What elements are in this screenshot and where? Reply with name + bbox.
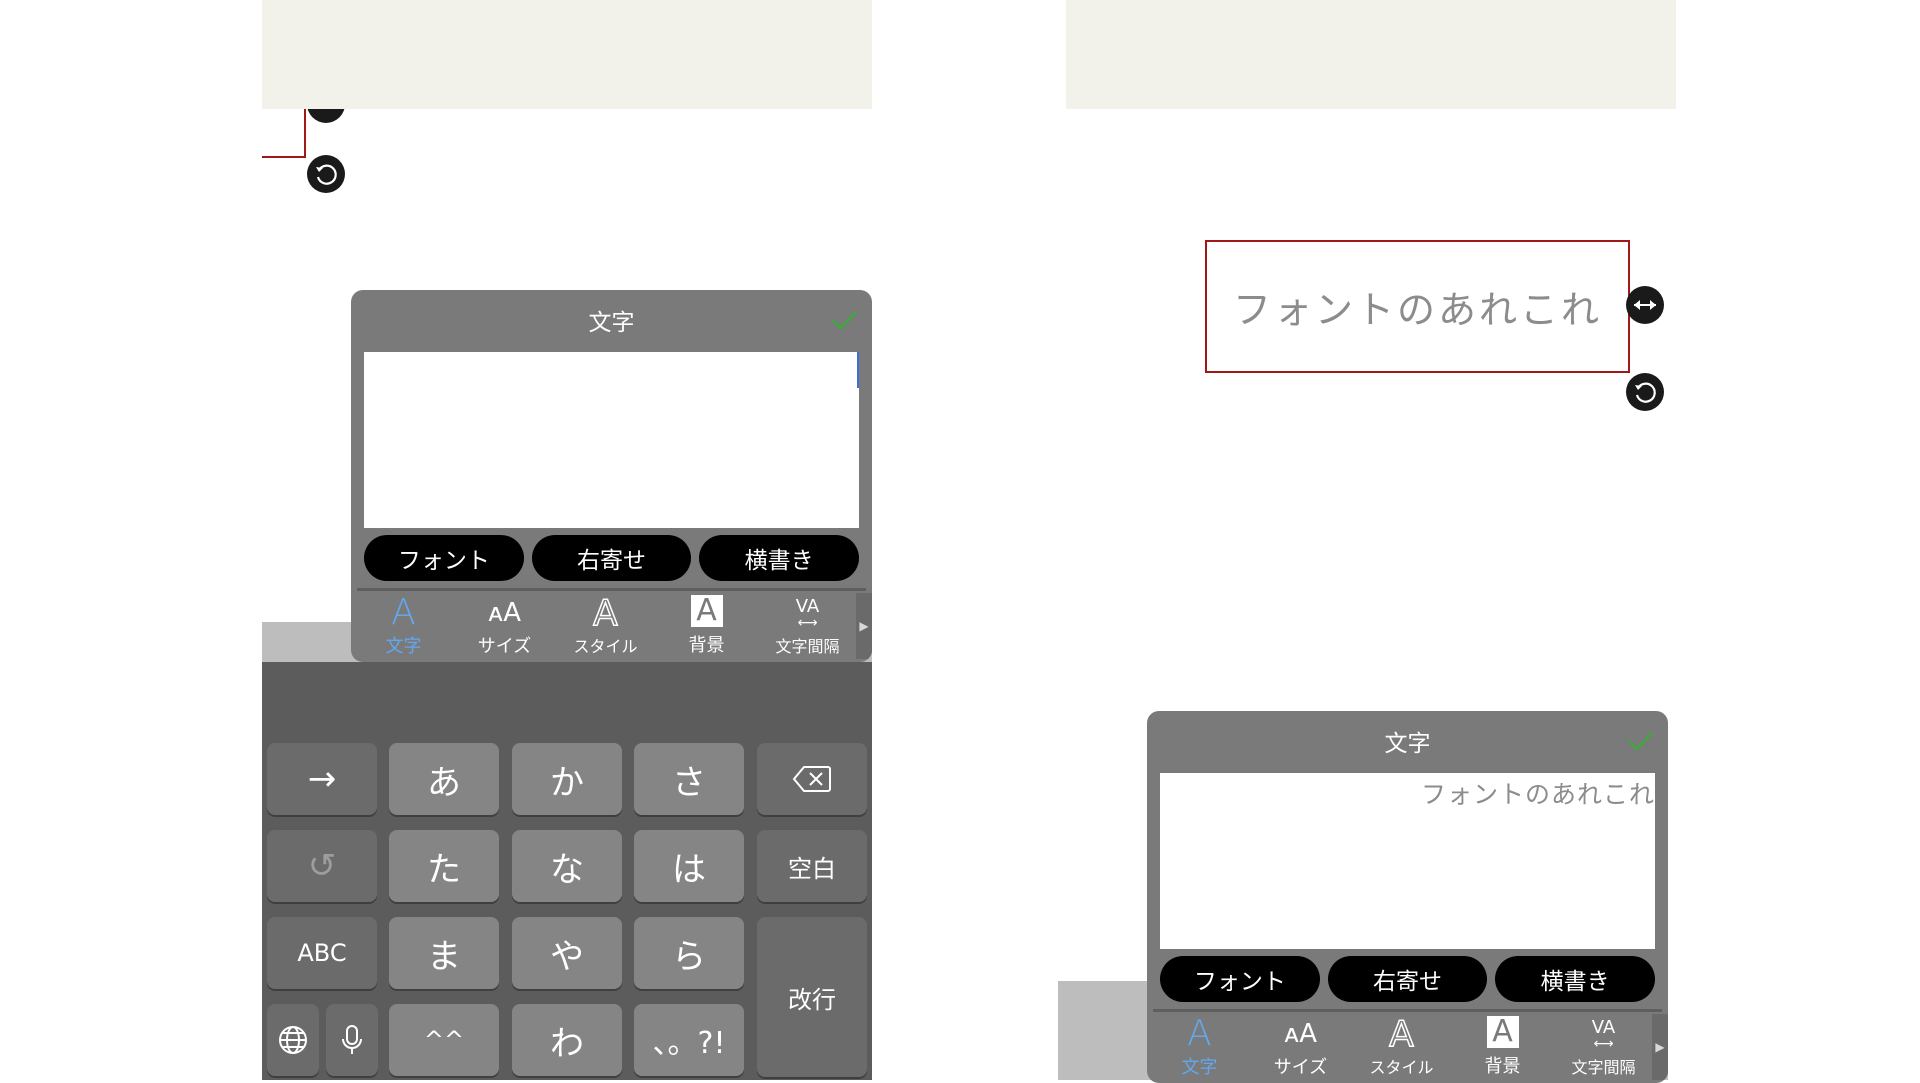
- tab-size[interactable]: ᴀA サイズ: [454, 591, 555, 661]
- microphone-key[interactable]: [326, 1004, 378, 1076]
- size-icon: ᴀA: [1283, 1019, 1318, 1049]
- option-buttons: フォント 右寄せ 横書き: [1160, 956, 1656, 1002]
- size-icon: ᴀA: [487, 598, 522, 628]
- rotate-icon: [1635, 382, 1656, 403]
- canvas-top-area-right: [1066, 0, 1676, 109]
- text-cursor: [857, 352, 859, 388]
- tab-bar: A 文字 ᴀA サイズ A スタイル A 背景 VA ⟷ 文字間隔: [1149, 1012, 1654, 1082]
- kaomoji-key[interactable]: ^^: [389, 1004, 499, 1076]
- resize-handle-right[interactable]: [1626, 286, 1664, 324]
- letter-spacing-glyph: VA: [795, 596, 820, 617]
- key-a[interactable]: あ: [389, 743, 499, 815]
- key-ma[interactable]: ま: [389, 917, 499, 989]
- text-input-area[interactable]: フォントのあれこれ: [1160, 773, 1655, 949]
- key-wa[interactable]: わ: [512, 1004, 622, 1076]
- panel-title: 文字: [588, 310, 635, 336]
- backspace-key[interactable]: [757, 743, 867, 815]
- style-icon: A: [1388, 1014, 1414, 1055]
- horizontal-writing-button[interactable]: 横書き: [1495, 956, 1656, 1002]
- text-panel-left: 文字 フォント 右寄せ 横書き A 文字 ᴀA サイズ A スタイル A 背景 …: [351, 290, 872, 662]
- tab-text[interactable]: A 文字: [1149, 1012, 1250, 1082]
- tab-text[interactable]: A 文字: [353, 591, 454, 661]
- background-icon: A: [1486, 1016, 1519, 1048]
- tab-label: スタイル: [573, 637, 638, 656]
- font-button[interactable]: フォント: [364, 535, 524, 581]
- tab-label: 背景: [688, 635, 725, 656]
- key-sa[interactable]: さ: [634, 743, 744, 815]
- text-input-value: フォントのあれこれ: [1420, 780, 1655, 809]
- letter-spacing-icon: VA ⟷: [1592, 1016, 1615, 1054]
- rotate-handle-left[interactable]: [307, 155, 345, 193]
- letter-spacing-icon: VA ⟷: [796, 595, 819, 633]
- tab-label: サイズ: [477, 636, 532, 657]
- arrow-right-key[interactable]: →: [267, 743, 377, 815]
- background-icon: A: [690, 595, 723, 627]
- tab-label: 文字間隔: [775, 637, 840, 656]
- checkmark-icon[interactable]: [1624, 725, 1656, 757]
- key-ra[interactable]: ら: [634, 917, 744, 989]
- selected-text-box[interactable]: フォントのあれこれ: [1205, 240, 1630, 373]
- text-icon: A: [391, 592, 416, 633]
- backspace-icon: [792, 766, 831, 792]
- tab-label: 文字: [385, 636, 422, 657]
- selection-frame-left: [262, 109, 306, 158]
- abc-key[interactable]: ABC: [267, 917, 377, 989]
- key-ha[interactable]: は: [634, 830, 744, 902]
- tab-letter-spacing[interactable]: VA ⟷ 文字間隔: [1553, 1012, 1654, 1082]
- undo-key[interactable]: ↺: [267, 830, 377, 902]
- microphone-icon: [342, 1025, 362, 1054]
- space-key[interactable]: 空白: [757, 830, 867, 902]
- style-icon: A: [592, 593, 618, 634]
- tab-label: サイズ: [1273, 1057, 1328, 1078]
- tab-letter-spacing[interactable]: VA ⟷ 文字間隔: [757, 591, 858, 661]
- panel-title: 文字: [1384, 731, 1431, 757]
- canvas-top-area-left: [262, 0, 872, 109]
- horizontal-writing-button[interactable]: 横書き: [699, 535, 860, 581]
- tab-label: スタイル: [1369, 1058, 1434, 1077]
- tab-label: 文字間隔: [1571, 1058, 1636, 1077]
- key-ka[interactable]: か: [512, 743, 622, 815]
- rotate-handle-right[interactable]: [1626, 373, 1664, 411]
- globe-icon: [279, 1026, 307, 1054]
- japanese-keyboard: → あ か さ ↺ た な は 空白 ABC ま や ら 改行 ^^ わ 、。?…: [262, 662, 872, 1080]
- text-input-area[interactable]: [364, 352, 859, 528]
- tab-background[interactable]: A 背景: [1452, 1012, 1553, 1082]
- align-right-button[interactable]: 右寄せ: [531, 535, 692, 581]
- align-right-button[interactable]: 右寄せ: [1327, 956, 1488, 1002]
- tab-label: 背景: [1484, 1056, 1521, 1077]
- text-icon: A: [1187, 1013, 1212, 1054]
- rotate-icon: [316, 164, 337, 185]
- option-buttons: フォント 右寄せ 横書き: [364, 535, 860, 581]
- return-key[interactable]: 改行: [757, 917, 867, 1077]
- font-button[interactable]: フォント: [1160, 956, 1320, 1002]
- checkmark-icon[interactable]: [828, 304, 860, 336]
- punctuation-key[interactable]: 、。?!: [634, 1004, 744, 1076]
- tab-background[interactable]: A 背景: [656, 591, 757, 661]
- tab-style[interactable]: A スタイル: [1351, 1012, 1452, 1082]
- tab-label: 文字: [1181, 1057, 1218, 1078]
- tab-scroll-arrow-icon[interactable]: ▶: [1652, 1014, 1668, 1080]
- letter-spacing-glyph: VA: [1591, 1017, 1616, 1038]
- tab-size[interactable]: ᴀA サイズ: [1250, 1012, 1351, 1082]
- globe-key[interactable]: [267, 1004, 319, 1076]
- arrow-left-right-icon: [1634, 300, 1656, 310]
- key-ta[interactable]: た: [389, 830, 499, 902]
- key-na[interactable]: な: [512, 830, 622, 902]
- tab-bar: A 文字 ᴀA サイズ A スタイル A 背景 VA ⟷ 文字間隔: [353, 591, 858, 661]
- tab-style[interactable]: A スタイル: [555, 591, 656, 661]
- key-ya[interactable]: や: [512, 917, 622, 989]
- tab-scroll-arrow-icon[interactable]: ▶: [856, 593, 872, 659]
- canvas-text: フォントのあれこれ: [1232, 288, 1602, 332]
- text-panel-right: 文字 フォントのあれこれ フォント 右寄せ 横書き A 文字 ᴀA サイズ A …: [1147, 711, 1668, 1083]
- arrow-both-icon: ⟷: [1593, 1036, 1614, 1052]
- arrow-both-icon: ⟷: [797, 615, 818, 631]
